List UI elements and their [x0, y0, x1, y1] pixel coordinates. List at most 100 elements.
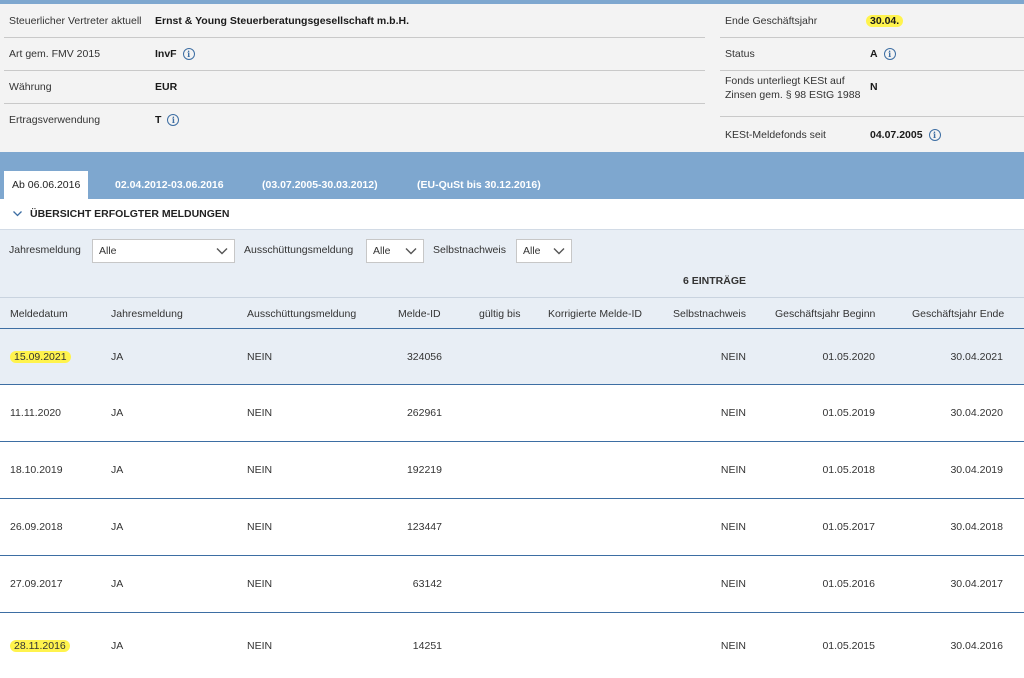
- cell-gj-ende: 30.04.2021: [950, 350, 1003, 363]
- info-value-ertrag: Ti: [155, 103, 180, 136]
- cell-jahresmeldung: JA: [111, 578, 124, 590]
- cell-gj-ende: 30.04.2017: [950, 578, 1003, 590]
- column-header[interactable]: Geschäftsjahr Beginn: [775, 298, 875, 330]
- select-value: Alle: [523, 245, 541, 257]
- cell-melde-id: 63142: [412, 578, 442, 590]
- select-value: Alle: [373, 245, 391, 257]
- filter-select-selbstnachweis[interactable]: Alle: [516, 239, 572, 263]
- info-value-text: EUR: [155, 80, 178, 93]
- info-value-text: T: [155, 113, 162, 126]
- filter-select-jahresmeldung[interactable]: Alle: [92, 239, 235, 263]
- chevron-down-icon: [13, 209, 22, 220]
- table-row[interactable]: 15.09.2021 JA NEIN 324056 NEIN 01.05.202…: [0, 328, 1024, 385]
- info-icon[interactable]: i: [883, 47, 896, 60]
- info-value-text: 04.07.2005: [870, 128, 923, 141]
- info-label-kest-meldefonds: KESt-Meldefonds seit: [725, 128, 826, 141]
- cell-gj-ende: 30.04.2018: [950, 521, 1003, 533]
- cell-jahresmeldung: JA: [111, 464, 124, 476]
- table-row[interactable]: 18.10.2019 JA NEIN 192219 NEIN 01.05.201…: [0, 442, 1024, 499]
- cell-melde-id: 324056: [406, 350, 442, 363]
- entry-count: 6 EINTRÄGE: [682, 275, 746, 287]
- info-label-ende-gj: Ende Geschäftsjahr: [725, 14, 818, 27]
- cell-gj-beginn: 01.05.2019: [822, 407, 875, 419]
- filter-select-ausschuettungsmeldung[interactable]: Alle: [366, 239, 424, 263]
- cell-selbstnachweis: NEIN: [720, 578, 746, 590]
- select-value: Alle: [99, 245, 117, 257]
- cell-melde-id: 123447: [406, 521, 442, 533]
- info-value-text: 30.04.: [866, 14, 904, 27]
- info-value-vertreter: Ernst & Young Steuerberatungsgesellschaf…: [155, 4, 409, 37]
- column-header[interactable]: gültig bis: [479, 298, 520, 330]
- cell-melde-id: 14251: [412, 639, 442, 652]
- cell-gj-beginn: 01.05.2018: [822, 464, 875, 476]
- cell-melde-id: 262961: [406, 407, 442, 419]
- column-header[interactable]: Korrigierte Melde-ID: [548, 298, 642, 330]
- cell-meldedatum: 11.11.2020: [10, 407, 61, 419]
- info-label-status: Status: [725, 47, 755, 60]
- info-value-waehrung: EUR: [155, 70, 177, 103]
- column-header[interactable]: Jahresmeldung: [111, 298, 183, 330]
- info-value-status: Ai: [870, 37, 896, 70]
- divider: [720, 116, 1024, 117]
- cell-gj-ende: 30.04.2016: [950, 639, 1003, 652]
- info-value-text: InvF: [155, 47, 177, 60]
- cell-selbstnachweis: NEIN: [720, 464, 746, 476]
- column-header[interactable]: Meldedatum: [10, 298, 68, 330]
- cell-gj-ende: 30.04.2019: [950, 464, 1003, 476]
- table-row[interactable]: 28.11.2016 JA NEIN 14251 NEIN 01.05.2015…: [0, 613, 1024, 678]
- info-value-text: N: [870, 80, 878, 93]
- info-value-art: InvF i: [155, 37, 195, 70]
- cell-gj-ende: 30.04.2020: [950, 407, 1003, 419]
- table-header: Meldedatum Jahresmeldung Ausschüttungsme…: [0, 297, 1024, 329]
- cell-ausschuettung: NEIN: [247, 407, 273, 419]
- cell-jahresmeldung: JA: [111, 407, 124, 419]
- column-header[interactable]: Selbstnachweis: [673, 298, 746, 330]
- cell-jahresmeldung: JA: [111, 350, 124, 363]
- cell-ausschuettung: NEIN: [247, 578, 273, 590]
- info-icon[interactable]: i: [928, 128, 941, 141]
- table-row[interactable]: 26.09.2018 JA NEIN 123447 NEIN 01.05.201…: [0, 499, 1024, 556]
- info-label-ertrag: Ertragsverwendung: [9, 113, 101, 126]
- info-value-text: A: [870, 47, 878, 60]
- info-label-art: Art gem. FMV 2015: [9, 47, 101, 60]
- cell-jahresmeldung: JA: [111, 521, 124, 533]
- cell-selbstnachweis: NEIN: [720, 521, 746, 533]
- column-header[interactable]: Melde-ID: [398, 298, 441, 330]
- info-value-kest-meldefonds: 04.07.2005 i: [870, 118, 941, 151]
- column-header[interactable]: Geschäftsjahr Ende: [912, 298, 1004, 330]
- chevron-down-icon: [553, 248, 565, 255]
- table-row[interactable]: 11.11.2020 JA NEIN 262961 NEIN 01.05.201…: [0, 385, 1024, 442]
- tab-eu-qust[interactable]: (EU-QuSt bis 30.12.2016): [409, 171, 549, 199]
- filter-label-selbstnachweis: Selbstnachweis: [433, 244, 506, 256]
- tab-ab-06-06-2016[interactable]: Ab 06.06.2016: [4, 171, 89, 199]
- highlighted-date: 15.09.2021: [10, 350, 71, 363]
- cell-meldedatum: 18.10.2019: [10, 464, 63, 476]
- tab-2012-2016[interactable]: 02.04.2012-03.06.2016: [107, 171, 232, 199]
- section-header-meldungen[interactable]: ÜBERSICHT ERFOLGTER MELDUNGEN: [0, 199, 1024, 229]
- info-value-ende-gj: 30.04.: [866, 4, 904, 37]
- cell-selbstnachweis: NEIN: [720, 407, 746, 419]
- column-header[interactable]: Ausschüttungsmeldung: [247, 298, 356, 330]
- cell-gj-beginn: 01.05.2016: [822, 578, 875, 590]
- info-icon[interactable]: i: [167, 113, 180, 126]
- table-row[interactable]: 27.09.2017 JA NEIN 63142 NEIN 01.05.2016…: [0, 556, 1024, 613]
- info-label-waehrung: Währung: [9, 80, 52, 93]
- cell-ausschuettung: NEIN: [247, 464, 273, 476]
- cell-gj-beginn: 01.05.2020: [822, 350, 875, 363]
- cell-selbstnachweis: NEIN: [720, 350, 746, 363]
- cell-gj-beginn: 01.05.2015: [822, 639, 875, 652]
- info-value-text: Ernst & Young Steuerberatungsgesellschaf…: [155, 14, 409, 27]
- chevron-down-icon: [216, 248, 228, 255]
- info-value-kest-zinsen: N: [870, 70, 878, 103]
- cell-meldedatum: 28.11.2016: [10, 613, 70, 678]
- highlighted-date: 28.11.2016: [10, 639, 70, 652]
- info-icon[interactable]: i: [182, 47, 195, 60]
- section-title: ÜBERSICHT ERFOLGTER MELDUNGEN: [30, 208, 230, 220]
- cell-melde-id: 192219: [406, 464, 442, 476]
- cell-gj-beginn: 01.05.2017: [822, 521, 875, 533]
- filter-label-ausschuettungsmeldung: Ausschüttungsmeldung: [244, 244, 354, 256]
- cell-selbstnachweis: NEIN: [720, 639, 746, 652]
- cell-ausschuettung: NEIN: [247, 521, 273, 533]
- filters-panel: Jahresmeldung Alle Ausschüttungsmeldung …: [0, 229, 1024, 328]
- tab-2005-2012[interactable]: (03.07.2005-30.03.2012): [254, 171, 386, 199]
